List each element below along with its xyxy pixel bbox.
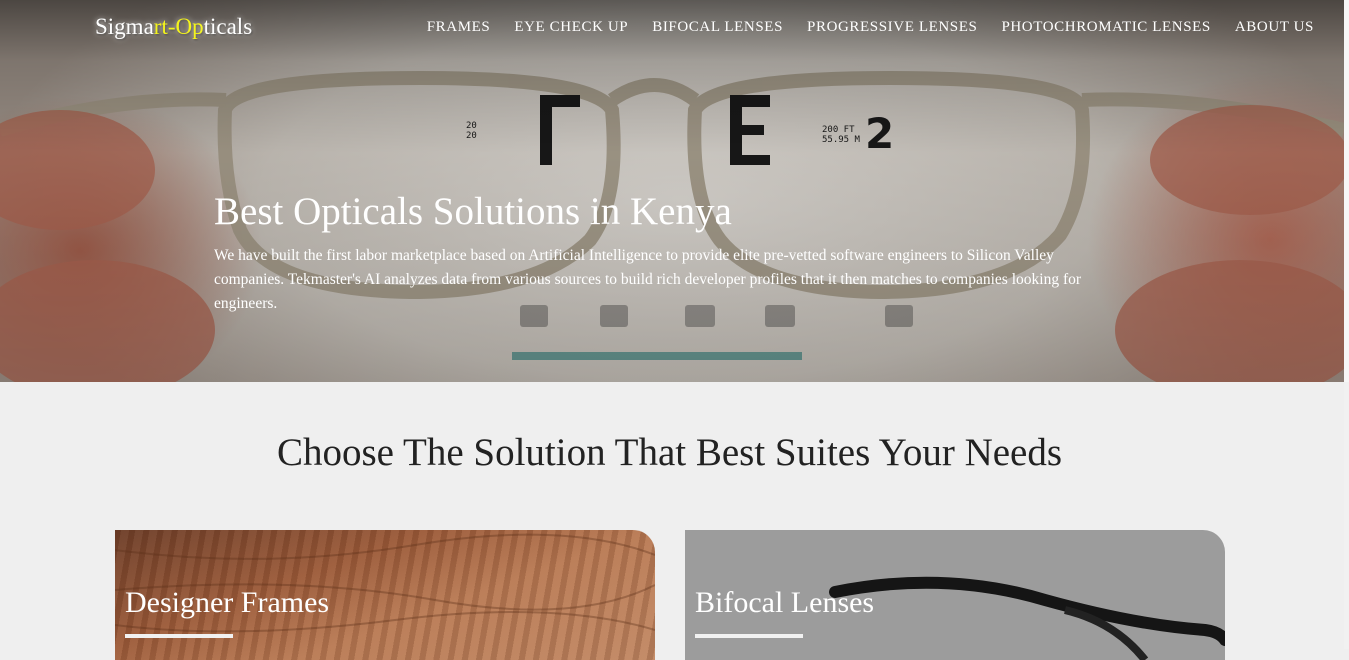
hero-content: Best Opticals Solutions in Kenya We have… <box>214 188 1124 316</box>
card-title: Designer Frames <box>125 586 330 619</box>
solution-card-bifocal-lenses[interactable]: Bifocal Lenses <box>685 530 1225 660</box>
main-nav: FRAMES EYE CHECK UP BIFOCAL LENSES PROGR… <box>427 19 1314 36</box>
section-title: Choose The Solution That Best Suites You… <box>276 431 1063 474</box>
nav-link-bifocal-lenses[interactable]: BIFOCAL LENSES <box>652 19 783 36</box>
card-title-underline <box>125 634 233 638</box>
solution-card-designer-frames[interactable]: Designer Frames <box>115 530 655 660</box>
nav-link-frames[interactable]: FRAMES <box>427 19 491 36</box>
nav-link-about-us[interactable]: ABOUT US <box>1235 19 1314 36</box>
page-scrollbar[interactable] <box>1344 0 1349 649</box>
nav-link-progressive-lenses[interactable]: PROGRESSIVE LENSES <box>807 19 977 36</box>
nav-link-eye-check-up[interactable]: EYE CHECK UP <box>514 19 628 36</box>
card-title-underline <box>695 634 803 638</box>
hero-title: Best Opticals Solutions in Kenya <box>214 190 732 233</box>
logo-part: Sigma <box>95 14 154 39</box>
scrollbar-thumb[interactable] <box>1344 0 1349 382</box>
nav-link-photochromatic-lenses[interactable]: PHOTOCHROMATIC LENSES <box>1001 19 1210 36</box>
logo-part: ticals <box>203 14 253 39</box>
logo-highlight: rt-Op <box>153 14 204 39</box>
site-logo[interactable]: Sigmart-Opticals <box>95 14 252 40</box>
hero-description: We have built the first labor marketplac… <box>214 247 1082 312</box>
card-title: Bifocal Lenses <box>695 586 875 619</box>
hero-banner: 2 200 FT 55.95 M 20 20 Sigmart-Opticals … <box>0 0 1344 382</box>
